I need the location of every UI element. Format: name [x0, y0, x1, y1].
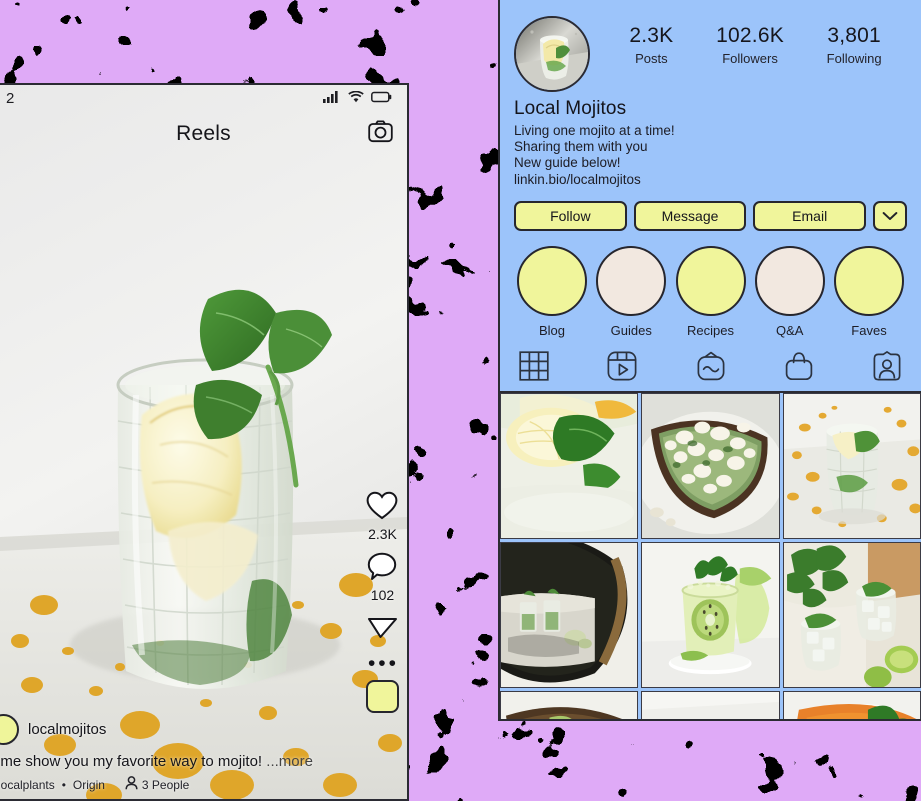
- reel-metadata: localmojitos t me show you my favorite w…: [0, 714, 407, 793]
- stat-followers-number: 102.6K: [716, 24, 784, 47]
- highlight-guides-cover[interactable]: [596, 246, 667, 316]
- reel-action-rail: 2.3K 102 •••: [365, 491, 399, 713]
- highlight-faves[interactable]: Faves: [833, 246, 905, 338]
- igtv-tab-icon: [696, 351, 726, 386]
- tab-grid[interactable]: [514, 350, 554, 386]
- cellular-signal-icon: [323, 90, 341, 106]
- follow-button[interactable]: Follow: [514, 201, 627, 231]
- instagram-profile-panel: 2.3K Posts 102.6K Followers 3,801 Follow…: [498, 0, 921, 721]
- ellipsis-icon[interactable]: •••: [368, 653, 399, 674]
- like-count: 2.3K: [368, 526, 397, 542]
- status-time: 2: [6, 89, 15, 107]
- profile-stats: 2.3K Posts 102.6K Followers 3,801 Follow…: [590, 10, 907, 66]
- highlight-qa-cover[interactable]: [754, 246, 825, 316]
- shop-tab-icon: [784, 351, 814, 386]
- grid-post-4[interactable]: [500, 542, 639, 688]
- highlight-blog-label: Blog: [538, 323, 566, 338]
- email-button[interactable]: Email: [753, 201, 867, 231]
- bio-line-1: Living one mojito at a time!: [514, 123, 675, 138]
- comment-bubble-icon[interactable]: [367, 552, 397, 586]
- like-action[interactable]: 2.3K: [366, 491, 398, 550]
- highlight-qa[interactable]: Q&A: [754, 246, 826, 338]
- highlight-faves-cover[interactable]: [834, 246, 904, 316]
- caption-text: t me show you my favorite way to mojito!: [0, 753, 263, 770]
- grid-post-1[interactable]: [500, 393, 639, 539]
- stat-followers[interactable]: 102.6K Followers: [716, 24, 784, 66]
- stat-posts-label: Posts: [635, 51, 668, 66]
- reel-author[interactable]: localmojitos: [0, 714, 397, 745]
- profile-avatar[interactable]: [514, 16, 590, 92]
- reel-audio-row[interactable]: localplants • Origin 3 People: [0, 776, 397, 793]
- reel-caption[interactable]: t me show you my favorite way to mojito!…: [0, 753, 397, 770]
- highlight-blog-cover[interactable]: [517, 246, 587, 316]
- reel-video-frame[interactable]: [0, 85, 407, 799]
- tagged-people[interactable]: 3 People: [125, 776, 189, 793]
- stat-following[interactable]: 3,801 Following: [827, 24, 882, 66]
- profile-display-name: Local Mojitos: [514, 98, 627, 119]
- grid-post-5[interactable]: [641, 542, 780, 688]
- grid-post-3[interactable]: [782, 393, 921, 539]
- highlight-blog[interactable]: Blog: [516, 246, 588, 338]
- grid-post-7[interactable]: [500, 691, 639, 719]
- highlight-faves-label: Faves: [851, 323, 887, 338]
- profile-bio: Local Mojitos Living one mojito at a tim…: [514, 98, 907, 188]
- grid-post-8[interactable]: [641, 691, 780, 719]
- stat-posts-number: 2.3K: [629, 24, 674, 47]
- camera-icon[interactable]: [368, 120, 393, 148]
- heart-icon[interactable]: [366, 491, 398, 525]
- profile-tabs: [500, 350, 921, 391]
- message-button[interactable]: Message: [633, 201, 747, 231]
- highlight-guides-label: Guides: [610, 323, 652, 338]
- profile-post-grid: [500, 391, 921, 719]
- grid-tab-icon: [519, 350, 549, 386]
- stat-following-number: 3,801: [827, 24, 881, 47]
- audio-thumbnail-icon[interactable]: [365, 680, 399, 713]
- paper-plane-icon[interactable]: [367, 613, 398, 646]
- audio-author: localplants: [0, 777, 55, 792]
- grid-post-9[interactable]: [782, 691, 921, 719]
- tab-reels[interactable]: [602, 351, 642, 385]
- author-handle[interactable]: localmojitos: [28, 721, 106, 738]
- tab-tagged[interactable]: [867, 350, 907, 386]
- wifi-icon: [348, 90, 364, 106]
- stat-following-label: Following: [826, 51, 882, 66]
- tab-igtv[interactable]: [691, 351, 731, 385]
- highlight-recipes-cover[interactable]: [675, 246, 746, 316]
- people-count-label: 3 People: [141, 777, 190, 792]
- audio-separator: •: [61, 777, 66, 792]
- person-icon: [125, 776, 138, 793]
- profile-action-buttons: Follow Message Email: [514, 201, 908, 231]
- tab-shop[interactable]: [779, 351, 819, 385]
- caption-more-link[interactable]: ...more: [266, 753, 313, 770]
- status-bar: 2: [0, 85, 407, 111]
- reels-header: Reels: [0, 111, 407, 157]
- highlight-guides[interactable]: Guides: [595, 246, 667, 338]
- more-options-button[interactable]: [873, 201, 908, 231]
- highlight-recipes-label: Recipes: [687, 323, 734, 338]
- bio-link[interactable]: linkin.bio/localmojitos: [514, 172, 907, 188]
- avatar[interactable]: [0, 714, 19, 745]
- highlight-qa-label: Q&A: [776, 323, 804, 338]
- stat-posts[interactable]: 2.3K Posts: [629, 24, 673, 66]
- story-highlights: Blog Guides Recipes Q&A Faves: [514, 246, 907, 338]
- highlight-recipes[interactable]: Recipes: [675, 246, 747, 338]
- share-action[interactable]: [367, 613, 398, 646]
- audio-title: Origin: [72, 777, 105, 792]
- stat-followers-label: Followers: [722, 51, 778, 66]
- reels-tab-icon: [607, 351, 637, 386]
- page-title: Reels: [176, 122, 231, 145]
- grid-post-2[interactable]: [641, 393, 780, 539]
- bio-line-3: New guide below!: [514, 155, 621, 170]
- tagged-tab-icon: [872, 350, 902, 386]
- chevron-down-icon: [882, 208, 898, 224]
- comment-count: 102: [370, 587, 395, 603]
- comment-action[interactable]: 102: [367, 552, 397, 611]
- bio-line-2: Sharing them with you: [514, 139, 648, 154]
- reels-phone-panel: 2 Reels 2.3K 102 ••• localmojitos t me s…: [0, 83, 409, 801]
- grid-post-6[interactable]: [782, 542, 921, 688]
- battery-icon: [371, 90, 393, 106]
